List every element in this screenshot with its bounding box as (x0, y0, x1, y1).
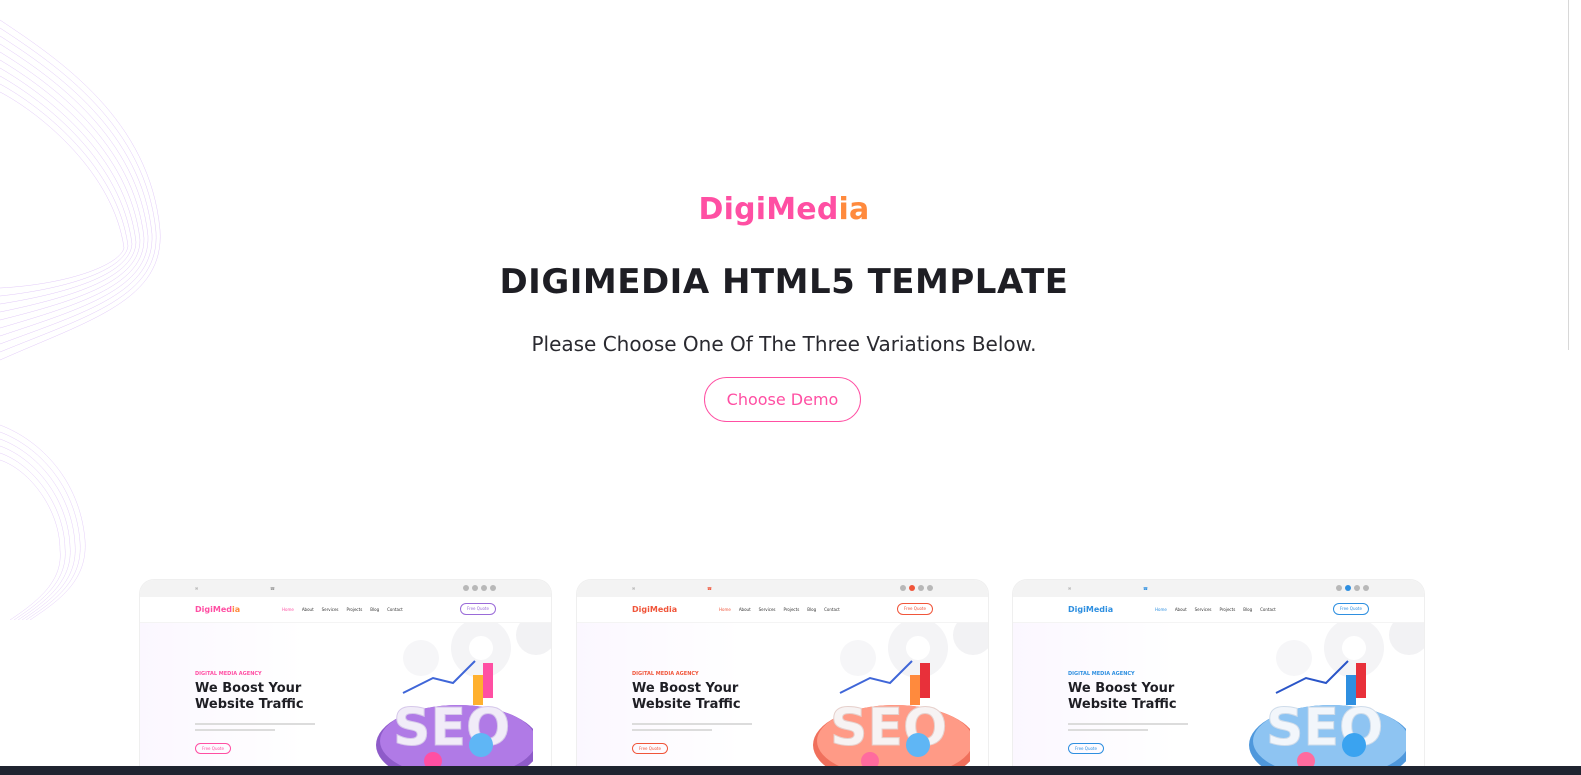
social-dot-icon (1354, 585, 1360, 591)
preview-hero: DIGITAL MEDIA AGENCY We Boost Your Websi… (1013, 623, 1424, 770)
social-dot-icon (463, 585, 469, 591)
preview-seo-text: SEO (1266, 698, 1383, 758)
preview-menu-item: Home (719, 607, 731, 612)
social-icons (900, 585, 933, 591)
preview-menu-item: Home (282, 607, 294, 612)
phone-icon: ☎ (1143, 586, 1148, 591)
choose-demo-button[interactable]: Choose Demo (704, 377, 861, 422)
preview-menu-item: Contact (824, 607, 840, 612)
hero-section: DigiMedia DIGIMEDIA HTML5 TEMPLATE Pleas… (0, 0, 1568, 560)
preview-quote-button: Free Quote (460, 603, 496, 615)
preview-logo: DigiMedia (1068, 605, 1114, 614)
seo-illustration-icon: SEO (1249, 660, 1406, 770)
preview-topbar: ✉ ☎ (577, 580, 988, 597)
social-icons (1336, 585, 1369, 591)
preview-menu-item: About (301, 607, 314, 612)
preview-menu-item: Projects (1219, 607, 1236, 612)
social-dot-icon (927, 585, 933, 591)
preview-topbar: ✉ ☎ (140, 580, 551, 597)
demo-preview-card-2[interactable]: ✉ ☎ DigiMedia Home About Services Projec… (577, 580, 988, 770)
social-dot-icon (490, 585, 496, 591)
preview-logo: DigiMedia (195, 605, 240, 614)
preview-menu-item: Blog (370, 607, 380, 612)
preview-menu-item: Projects (346, 607, 363, 612)
preview-text-line (632, 723, 752, 725)
seo-illustration-icon: SEO (813, 660, 970, 770)
preview-navbar: DigiMedia Home About Services Projects B… (1013, 597, 1424, 623)
demo-preview-card-1[interactable]: ✉ ☎ DigiMedia Home About Services Projec… (140, 580, 551, 770)
preview-text-line (1068, 723, 1188, 725)
social-dot-icon (918, 585, 924, 591)
preview-menu-item: About (738, 607, 751, 612)
preview-title: We Boost Your Website Traffic (632, 681, 741, 712)
preview-seo-text: SEO (830, 698, 947, 758)
social-dot-icon (1345, 585, 1351, 591)
preview-cta: Free Quote (195, 743, 231, 754)
preview-cta: Free Quote (632, 743, 668, 754)
scrollbar-edge (1568, 0, 1569, 350)
mail-icon: ✉ (1068, 586, 1072, 591)
preview-logo-part2: ia (231, 605, 241, 614)
preview-text-line (195, 723, 315, 725)
preview-menu-item: Contact (1260, 607, 1276, 612)
preview-menu-item: Services (758, 607, 776, 612)
preview-logo-part1: DigiMed (195, 605, 232, 614)
preview-menu-item: Projects (783, 607, 800, 612)
brand-logo[interactable]: DigiMedia (0, 192, 1568, 227)
preview-hero: DIGITAL MEDIA AGENCY We Boost Your Websi… (140, 623, 551, 770)
preview-menu-item: Blog (1243, 607, 1253, 612)
preview-title: We Boost Your Website Traffic (1068, 681, 1177, 712)
mail-icon: ✉ (195, 586, 199, 591)
preview-menu-item: Home (1155, 607, 1167, 612)
preview-text-line (195, 729, 275, 731)
preview-logo: DigiMedia (632, 605, 678, 614)
mail-icon: ✉ (632, 586, 636, 591)
social-dot-icon (481, 585, 487, 591)
phone-icon: ☎ (270, 586, 275, 591)
preview-seo-text: SEO (393, 698, 510, 758)
preview-menu: Home About Services Projects Blog Contac… (282, 607, 403, 612)
preview-navbar: DigiMedia Home About Services Projects B… (140, 597, 551, 623)
brand-logo-part2: ia (838, 192, 870, 227)
page-title: DIGIMEDIA HTML5 TEMPLATE (499, 262, 1069, 302)
page-subtitle: Please Choose One Of The Three Variation… (531, 332, 1037, 356)
preview-menu: Home About Services Projects Blog Contac… (1155, 607, 1276, 612)
preview-quote-button: Free Quote (1333, 603, 1369, 615)
social-dot-icon (900, 585, 906, 591)
demo-preview-card-3[interactable]: ✉ ☎ DigiMedia Home About Services Projec… (1013, 580, 1424, 770)
preview-text-line (1068, 729, 1148, 731)
social-dot-icon (909, 585, 915, 591)
social-icons (463, 585, 496, 591)
preview-cta: Free Quote (1068, 743, 1104, 754)
preview-menu-item: Services (1194, 607, 1212, 612)
preview-tag: DIGITAL MEDIA AGENCY (632, 671, 699, 677)
social-dot-icon (1363, 585, 1369, 591)
window-bottom-edge (0, 766, 1581, 775)
vertical-scrollbar[interactable] (1568, 0, 1581, 766)
preview-quote-button: Free Quote (897, 603, 933, 615)
preview-tag: DIGITAL MEDIA AGENCY (195, 671, 262, 677)
preview-menu-item: Contact (387, 607, 403, 612)
preview-topbar: ✉ ☎ (1013, 580, 1424, 597)
social-dot-icon (1336, 585, 1342, 591)
seo-illustration-icon: SEO (376, 660, 533, 770)
preview-menu-item: Blog (807, 607, 817, 612)
preview-tag: DIGITAL MEDIA AGENCY (1068, 671, 1135, 677)
preview-navbar: DigiMedia Home About Services Projects B… (577, 597, 988, 623)
preview-menu-item: Services (321, 607, 339, 612)
preview-menu: Home About Services Projects Blog Contac… (719, 607, 840, 612)
preview-title: We Boost Your Website Traffic (195, 681, 304, 712)
preview-hero: DIGITAL MEDIA AGENCY We Boost Your Websi… (577, 623, 988, 770)
preview-menu-item: About (1174, 607, 1187, 612)
social-dot-icon (472, 585, 478, 591)
preview-text-line (632, 729, 712, 731)
brand-logo-part1: DigiMed (698, 192, 839, 227)
phone-icon: ☎ (707, 586, 712, 591)
